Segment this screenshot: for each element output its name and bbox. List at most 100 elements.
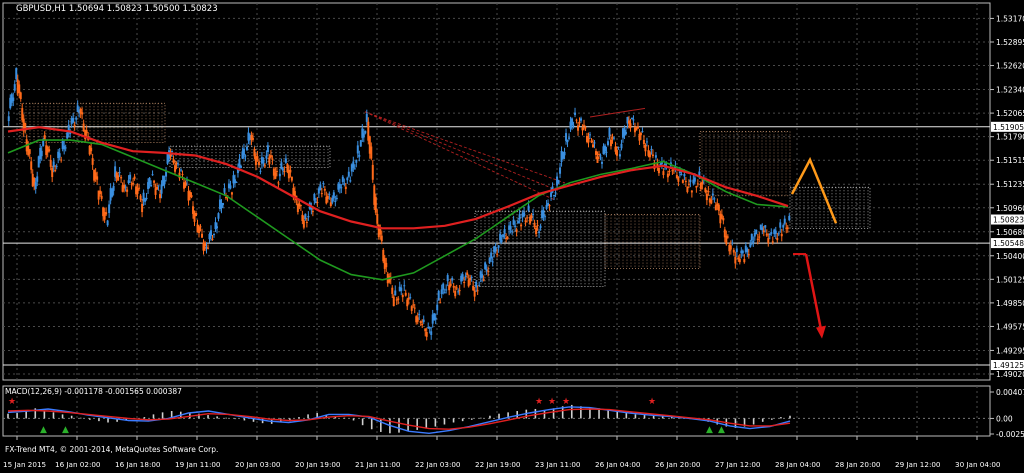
candle-body: [768, 234, 771, 236]
candle-body: [446, 275, 449, 282]
candle-body: [421, 323, 424, 325]
candle-body: [148, 177, 151, 185]
candle-body: [151, 174, 154, 176]
x-tick-label: 26 Jan 04:00: [595, 460, 641, 469]
candle-body: [705, 193, 708, 201]
candle-body: [120, 177, 123, 179]
candle-body: [514, 225, 517, 228]
candle-body: [497, 245, 500, 248]
candle-body: [668, 170, 671, 172]
candle-body: [701, 181, 704, 185]
candle-body: [574, 112, 577, 115]
candle-body: [54, 170, 57, 172]
candle-body: [256, 156, 259, 160]
candle-body: [645, 141, 648, 143]
macd-y-tick-label: -0.002510: [996, 430, 1024, 439]
candle-body: [651, 154, 654, 157]
candle-body: [707, 191, 710, 193]
candle-body: [419, 320, 422, 324]
candle-body: [159, 194, 162, 199]
candle-body: [580, 118, 583, 121]
candle-body: [112, 185, 115, 191]
candle-body: [593, 142, 596, 144]
candle-body: [746, 248, 749, 253]
candle-body: [335, 197, 338, 199]
candle-body: [266, 145, 269, 152]
candle-body: [690, 190, 693, 193]
candle-body: [305, 221, 308, 223]
candle-body: [133, 176, 136, 179]
candle-body: [436, 304, 439, 311]
candle-body: [473, 290, 476, 297]
candle-body: [518, 214, 521, 220]
candle-body: [583, 124, 586, 126]
candle-body: [443, 292, 446, 294]
candle-body: [371, 164, 374, 180]
candle-body: [484, 262, 487, 270]
signal-marker: ★: [548, 397, 556, 407]
chart-window[interactable]: ★ ▲ ▲ ★ ★ ★ ★ ▲ ▲ 1.53170 1.52895 1.52620 1.52340 1.…: [0, 0, 1024, 469]
y-tick-label: 1.52620: [996, 62, 1024, 71]
candle-body: [239, 165, 242, 168]
candle-body: [171, 150, 174, 152]
x-tick-label: 26 Jan 20:00: [655, 460, 701, 469]
candle-body: [442, 283, 445, 290]
candle-body: [566, 139, 569, 143]
y-tick-label: 1.49020: [996, 370, 1024, 379]
candle-body: [542, 210, 545, 216]
candle-body: [410, 306, 413, 311]
candle-body: [40, 150, 43, 157]
candle-body: [223, 188, 226, 193]
price-chart-canvas[interactable]: ★ ▲ ▲ ★ ★ ★ ★ ▲ ▲ 1.53170 1.52895 1.52620 1.52340 1.…: [0, 0, 1024, 469]
candle-body: [34, 182, 37, 189]
candle-body: [722, 218, 725, 221]
candle-body: [343, 183, 346, 185]
candle-body: [91, 158, 94, 165]
candle-body: [512, 219, 515, 225]
candle-body: [49, 159, 52, 167]
candle-body: [693, 177, 696, 182]
candle-body: [762, 230, 765, 233]
candle-body: [28, 149, 31, 154]
y-tick-label: 1.50680: [996, 228, 1024, 237]
candle-body: [587, 137, 590, 143]
candle-body: [782, 225, 785, 228]
candle-body: [418, 314, 421, 316]
candle-body: [434, 317, 437, 320]
candle-body: [311, 211, 314, 213]
y-tick-label: 1.50125: [996, 275, 1024, 284]
candle-body: [385, 262, 388, 268]
candle-body: [544, 216, 547, 218]
candle-body: [654, 155, 657, 158]
candle-body: [563, 151, 566, 156]
candle-body: [735, 248, 738, 253]
candle-body: [535, 227, 538, 235]
candle-body: [533, 222, 536, 227]
candle-body: [687, 183, 690, 185]
candle-body: [557, 180, 560, 184]
x-tick-label: 15 Jan 2015: [3, 460, 46, 469]
candle-body: [710, 199, 713, 204]
y-tick-label: 1.52895: [996, 38, 1024, 47]
candle-body: [221, 202, 224, 206]
candle-body: [581, 127, 584, 131]
candle-body: [85, 130, 88, 134]
candle-body: [457, 291, 460, 293]
candle-body: [677, 177, 680, 182]
candle-body: [553, 195, 556, 197]
macd-legend-label: MACD(12,26,9) -0.001178 -0.001565 0.0003…: [5, 387, 182, 396]
candle-body: [624, 132, 627, 134]
candle-body: [527, 205, 530, 211]
candle-body: [397, 298, 400, 300]
candle-body: [642, 139, 645, 145]
candle-body: [278, 173, 281, 177]
candle-body: [502, 234, 505, 238]
candle-body: [681, 180, 684, 183]
candle-body: [299, 205, 302, 207]
x-tick-label: 23 Jan 11:00: [535, 460, 581, 469]
candle-body: [157, 185, 160, 187]
candle-body: [599, 155, 602, 157]
candle-body: [269, 155, 272, 158]
candle-body: [714, 205, 717, 211]
x-tick-label: 19 Jan 11:00: [175, 460, 221, 469]
